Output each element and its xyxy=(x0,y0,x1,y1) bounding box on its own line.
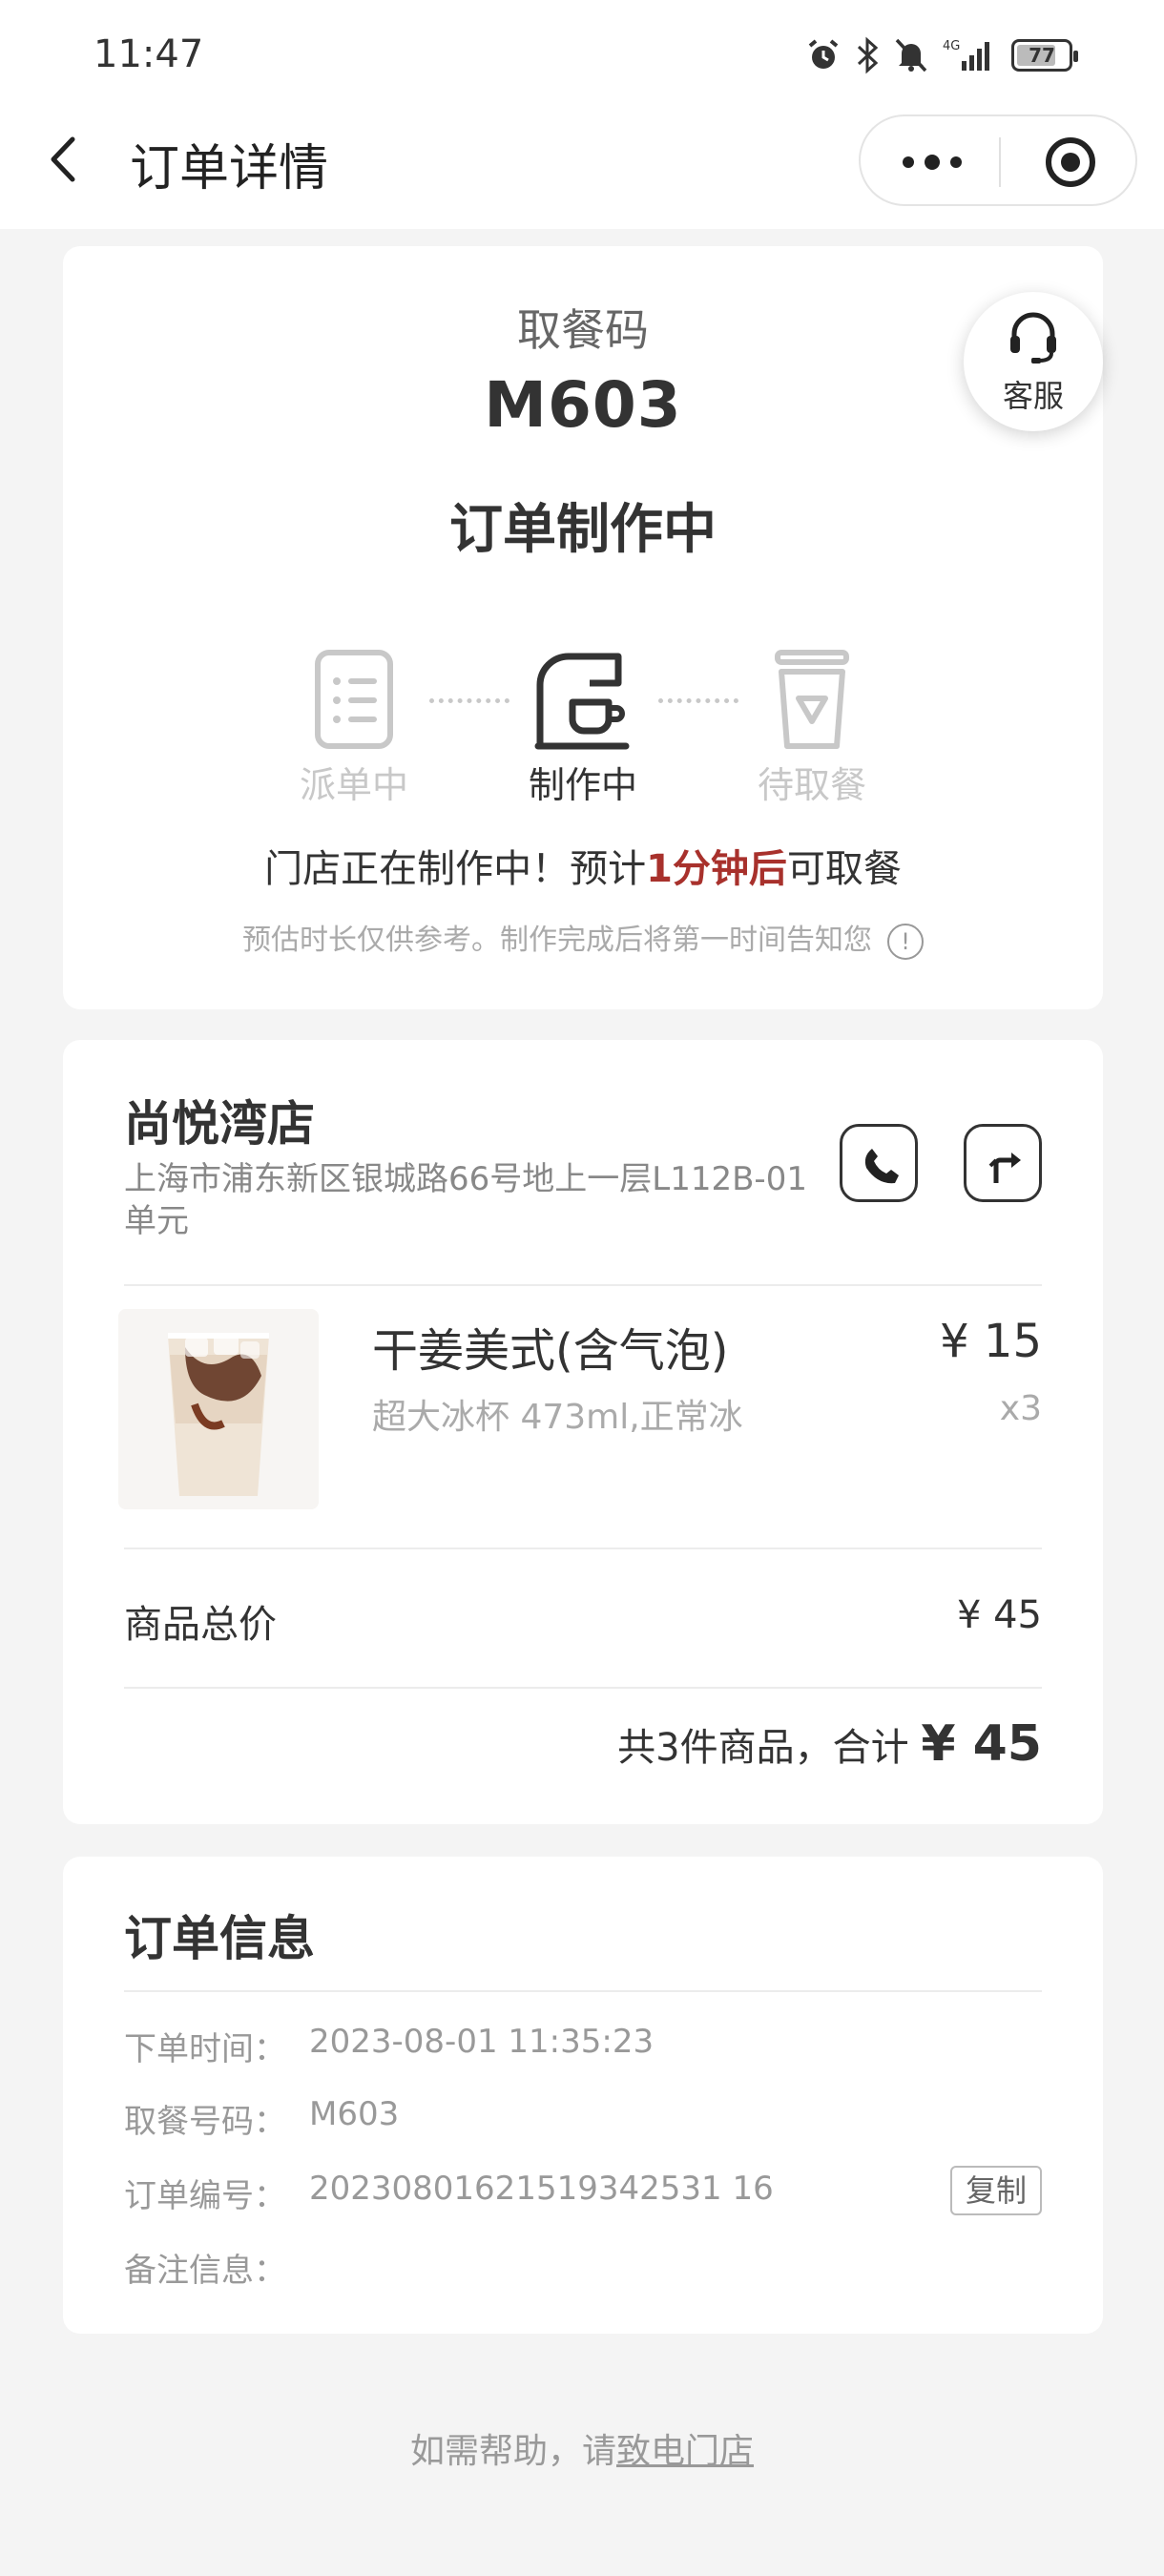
product-name: 干姜美式(含气泡) xyxy=(372,1324,729,1378)
customer-service-button[interactable]: 客服 xyxy=(964,292,1103,431)
call-store-button[interactable] xyxy=(840,1124,918,1202)
info-label: 取餐号码： xyxy=(124,2103,286,2141)
progress-message: 门店正在制作中！预计1分钟后可取餐 xyxy=(63,838,1103,893)
pickup-code: M603 xyxy=(484,368,682,442)
battery-icon: 77 xyxy=(1011,39,1078,72)
status-icons: 4G 77 xyxy=(805,34,1078,76)
divider xyxy=(124,1548,1042,1549)
order-info-title: 订单信息 xyxy=(124,1911,315,1966)
list-icon xyxy=(315,650,393,749)
estimate-note-text: 预估时长仅供参考。制作完成后将第一时间告知您 xyxy=(242,924,872,957)
order-time-row: 下单时间： 2023-08-01 11:35:23 xyxy=(124,2023,654,2069)
step-label: 派单中 xyxy=(299,764,408,806)
copy-order-number-button[interactable]: 复制 xyxy=(950,2166,1042,2215)
remarks-row: 备注信息： xyxy=(124,2244,286,2291)
info-label: 下单时间： xyxy=(124,2030,286,2068)
close-target-icon[interactable] xyxy=(1044,135,1097,189)
total-prefix: 共3件商品，合计 xyxy=(617,1726,909,1770)
divider xyxy=(124,1284,1042,1286)
battery-percent: 77 xyxy=(1029,44,1055,67)
divider xyxy=(124,1990,1042,1992)
step-connector xyxy=(429,698,509,703)
product-image xyxy=(118,1309,319,1509)
more-dots-icon[interactable] xyxy=(899,145,966,179)
help-text: 如需帮助，请致电门店 xyxy=(0,2423,1164,2473)
estimate-note: 预估时长仅供参考。制作完成后将第一时间告知您! xyxy=(63,916,1103,960)
capsule-divider xyxy=(999,137,1001,187)
step-label: 待取餐 xyxy=(757,764,866,806)
phone-icon xyxy=(864,1149,899,1184)
progress-prefix: 门店正在制作中！预计 xyxy=(264,847,647,891)
info-value: M603 xyxy=(309,2095,400,2133)
info-value: 20230801621519342531 16 xyxy=(309,2170,774,2208)
help-prefix: 如需帮助，请 xyxy=(409,2432,616,2471)
call-store-link[interactable]: 致电门店 xyxy=(616,2432,754,2471)
product-quantity: x3 xyxy=(999,1389,1042,1428)
headset-icon xyxy=(1010,312,1056,364)
product-spec: 超大冰杯 473ml,正常冰 xyxy=(372,1398,743,1437)
progress-suffix: 可取餐 xyxy=(786,847,902,891)
miniprogram-capsule xyxy=(859,114,1137,206)
cup-icon xyxy=(775,650,849,749)
order-total: 共3件商品，合计 ¥ 45 xyxy=(617,1715,1042,1773)
pickup-code-label: 取餐码 xyxy=(517,304,649,356)
mute-icon xyxy=(895,38,927,73)
pickup-number-row: 取餐号码： M603 xyxy=(124,2095,399,2142)
step-connector xyxy=(658,698,738,703)
subtotal-label: 商品总价 xyxy=(124,1603,277,1647)
navigate-button[interactable] xyxy=(964,1124,1042,1202)
bluetooth-icon xyxy=(857,36,879,74)
top-bar: 11:47 4G 77 订单详情 xyxy=(0,0,1164,229)
network-type: 4G xyxy=(943,39,960,53)
signal-icon: 4G xyxy=(943,39,989,71)
info-label: 订单编号： xyxy=(124,2177,286,2215)
order-number-row: 订单编号： 20230801621519342531 16 xyxy=(124,2170,774,2216)
customer-service-label: 客服 xyxy=(1002,378,1064,414)
status-time: 11:47 xyxy=(94,32,204,76)
iced-coffee-image xyxy=(118,1309,319,1509)
product-price: ¥ 15 xyxy=(940,1315,1042,1368)
order-status: 订单制作中 xyxy=(449,499,717,561)
store-name: 尚悦湾店 xyxy=(124,1096,315,1152)
directions-icon xyxy=(988,1153,1021,1183)
store-address: 上海市浦东新区银城路66号地上一层L112B-01单元 xyxy=(124,1160,807,1240)
page-title: 订单详情 xyxy=(130,140,329,197)
step-making: 制作中 xyxy=(502,647,664,808)
step-label: 制作中 xyxy=(528,764,637,806)
info-label: 备注信息： xyxy=(124,2252,286,2290)
step-dispatching: 派单中 xyxy=(273,647,435,808)
info-value: 2023-08-01 11:35:23 xyxy=(309,2023,655,2061)
progress-eta: 1分钟后 xyxy=(646,847,787,891)
store-order-card: 尚悦湾店 上海市浦东新区银城路66号地上一层L112B-01单元 干姜美式(含气… xyxy=(63,1040,1103,1824)
order-info-card: 订单信息 下单时间： 2023-08-01 11:35:23 取餐号码： M60… xyxy=(63,1857,1103,2334)
coffee-machine-icon xyxy=(534,653,630,750)
back-chevron-icon[interactable] xyxy=(38,126,88,193)
info-icon[interactable]: ! xyxy=(887,923,924,960)
subtotal-value: ¥ 45 xyxy=(956,1593,1042,1637)
pickup-card: 取餐码 M603 订单制作中 客服 派单中 制作中 待取餐 门店正在制作中！预计… xyxy=(63,246,1103,1009)
alarm-icon xyxy=(808,39,839,69)
total-amount: ¥ 45 xyxy=(921,1715,1042,1773)
step-awaiting-pickup: 待取餐 xyxy=(731,647,893,808)
divider xyxy=(124,1687,1042,1689)
